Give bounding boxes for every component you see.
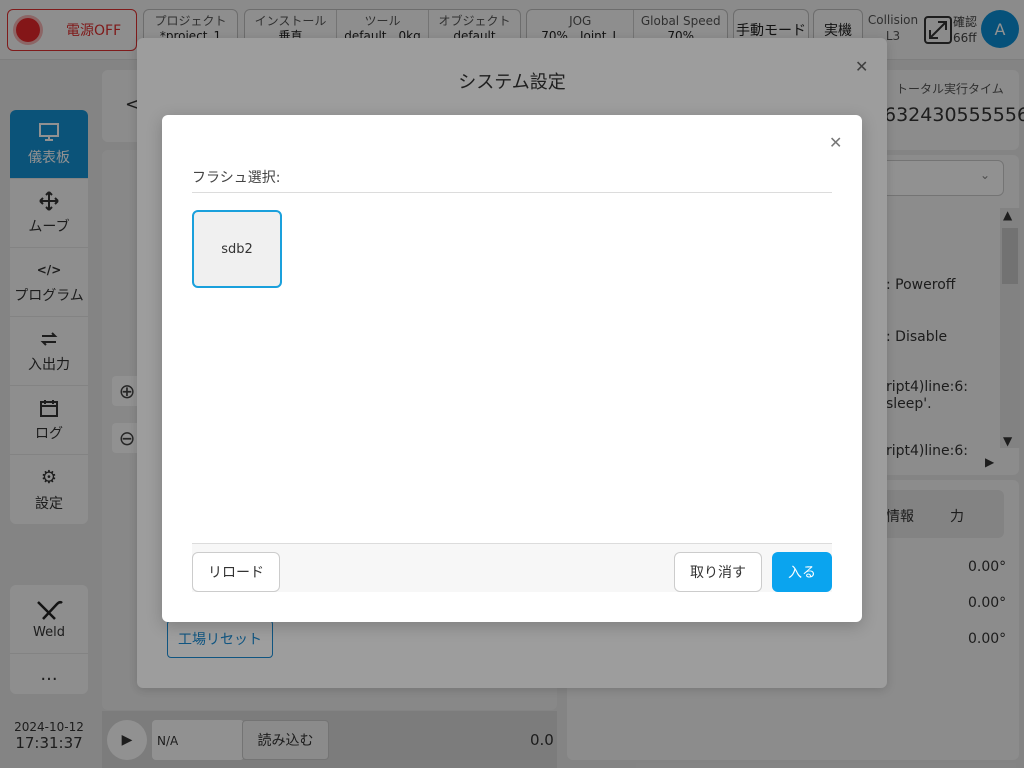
enter-button[interactable]: 入る <box>772 552 832 592</box>
divider <box>192 192 832 193</box>
reload-button[interactable]: リロード <box>192 552 280 592</box>
cancel-button[interactable]: 取り消す <box>674 552 762 592</box>
flash-select-label: フラシュ選択: <box>192 170 281 186</box>
flash-item-sdb2[interactable]: sdb2 <box>192 210 282 288</box>
flash-select-dialog: ✕ フラシュ選択: sdb2 リロード 取り消す 入る <box>162 115 862 622</box>
close-icon[interactable]: ✕ <box>829 133 842 152</box>
